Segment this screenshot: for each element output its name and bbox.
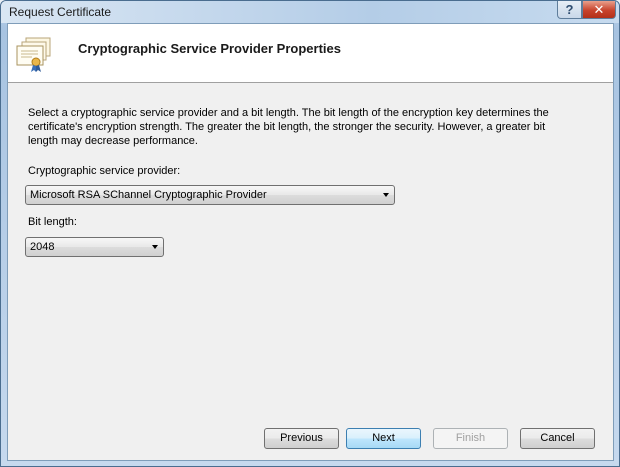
bit-length-label: Bit length:	[28, 216, 77, 228]
csp-dropdown-value: Microsoft RSA SChannel Cryptographic Pro…	[30, 189, 267, 201]
instructions-text: Select a cryptographic service provider …	[28, 107, 549, 147]
dialog-client-area: Cryptographic Service Provider Propertie…	[7, 23, 614, 461]
close-button[interactable]: ✕	[582, 1, 616, 19]
finish-button[interactable]: Finish	[433, 428, 508, 449]
wizard-header: Cryptographic Service Provider Propertie…	[8, 24, 613, 83]
help-icon: ?	[565, 2, 574, 17]
page-title: Cryptographic Service Provider Propertie…	[78, 41, 341, 56]
cancel-button[interactable]: Cancel	[520, 428, 595, 449]
csp-label: Cryptographic service provider:	[28, 165, 181, 177]
bit-length-dropdown-value: 2048	[30, 241, 55, 253]
csp-dropdown[interactable]: Microsoft RSA SChannel Cryptographic Pro…	[25, 185, 395, 205]
next-button[interactable]: Next	[346, 428, 421, 449]
help-button[interactable]: ?	[557, 1, 582, 19]
window-title: Request Certificate	[9, 5, 112, 19]
close-icon: ✕	[593, 1, 605, 17]
certificate-icon	[16, 37, 51, 72]
title-bar[interactable]: Request Certificate ? ✕	[1, 1, 619, 23]
chevron-down-icon	[152, 245, 158, 249]
request-certificate-window: Request Certificate ? ✕ Cryptographic Se…	[0, 0, 620, 467]
chevron-down-icon	[383, 193, 389, 197]
previous-button[interactable]: Previous	[264, 428, 339, 449]
bit-length-dropdown[interactable]: 2048	[25, 237, 164, 257]
